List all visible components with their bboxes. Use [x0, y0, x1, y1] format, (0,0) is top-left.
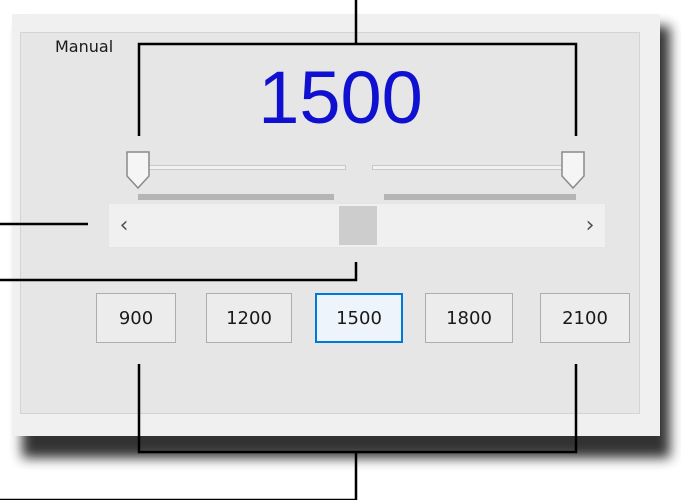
callout-bottom [0, 452, 358, 500]
callout-range-bracket [137, 42, 578, 136]
callout-buttons-bracket [137, 364, 578, 454]
callout-lines [0, 0, 578, 500]
callout-scroll-thumb [0, 262, 358, 282]
